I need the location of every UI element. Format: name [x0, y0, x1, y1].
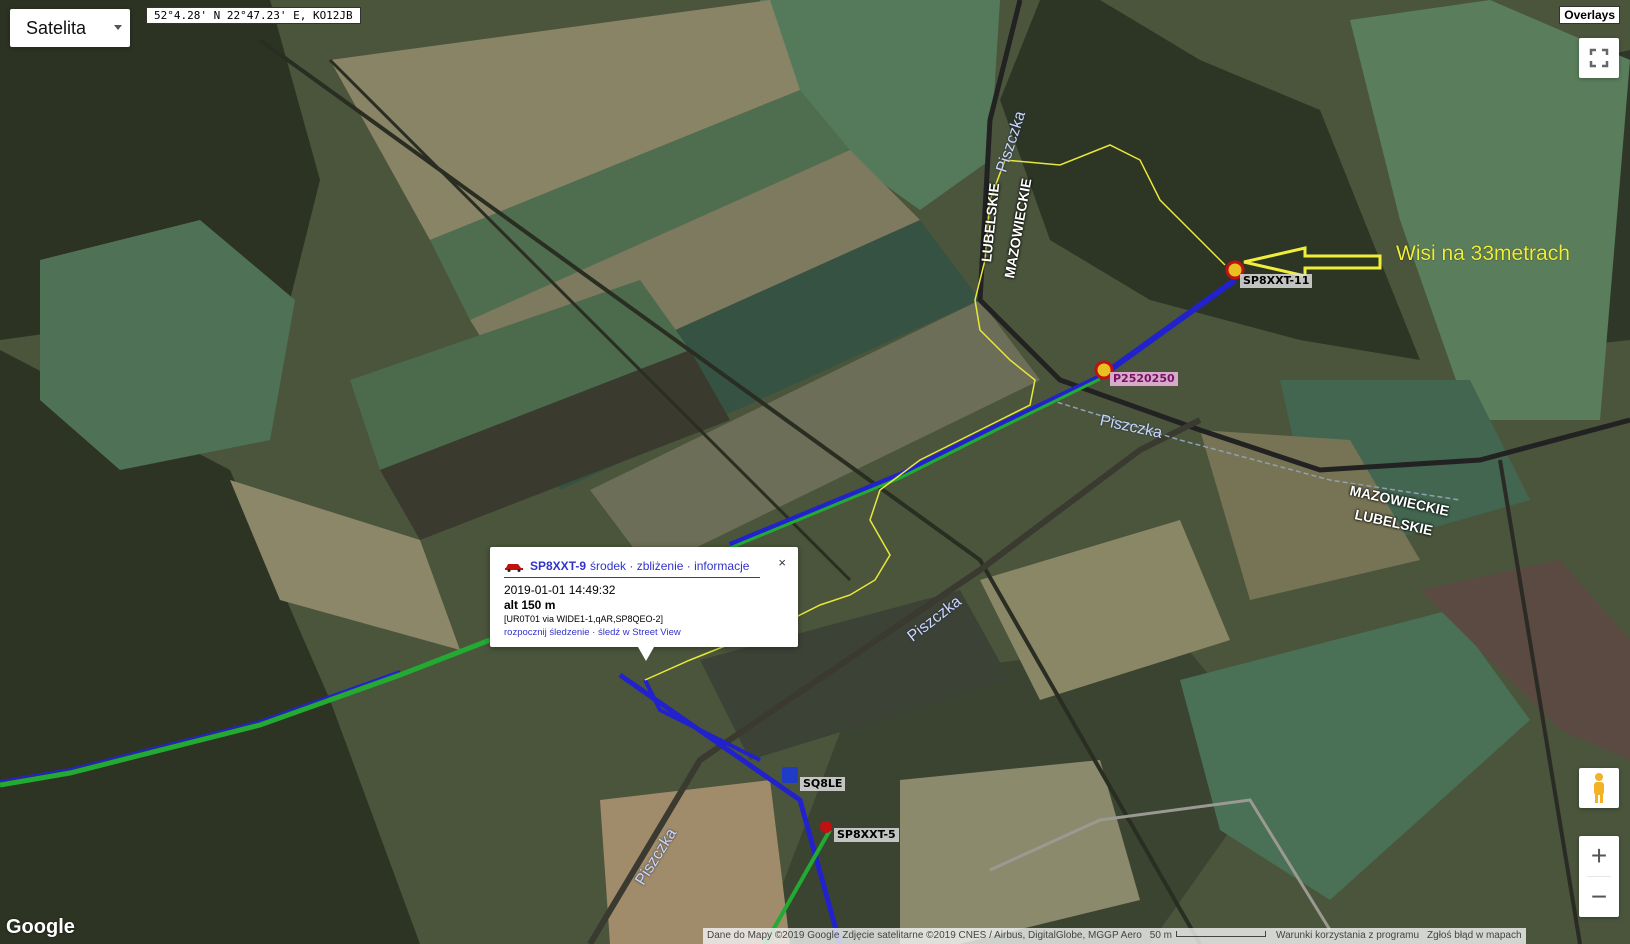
coordinates-readout: 52°4.28' N 22°47.23' E, KO12JB	[146, 7, 361, 24]
scale-label: 50 m	[1149, 930, 1173, 941]
map-canvas[interactable]: Satelita 52°4.28' N 22°47.23' E, KO12JB …	[0, 0, 1630, 944]
info-links[interactable]: środek · zbliżenie · informacje	[590, 559, 749, 573]
pegman-icon	[1594, 773, 1604, 803]
street-view-pegman[interactable]	[1579, 768, 1619, 808]
map-attribution: Dane do Mapy ©2019 Google Zdjęcie sateli…	[703, 928, 1526, 944]
zoom-in-button[interactable]: +	[1579, 836, 1619, 876]
car-icon	[505, 564, 523, 572]
info-track-links[interactable]: rozpocznij śledzenie · śledź w Street Vi…	[504, 627, 681, 638]
attribution-data: Dane do Mapy ©2019 Google Zdjęcie sateli…	[707, 930, 1142, 941]
station-label[interactable]: SP8XXT-5	[834, 828, 899, 842]
scale-bar	[1176, 931, 1267, 937]
fullscreen-button[interactable]	[1579, 38, 1619, 78]
station-label[interactable]: SP8XXT-11	[1240, 274, 1313, 288]
info-window-header: SP8XXT-9 środek · zbliżenie · informacje	[504, 559, 760, 578]
info-path: [UR0T01 via WIDE1-1,qAR,SP8QEO-2]	[504, 614, 664, 624]
annotation-text: Wisi na 33metrach	[1396, 242, 1570, 265]
info-callsign[interactable]: SP8XXT-9	[530, 559, 586, 573]
map-type-dropdown[interactable]: Satelita	[10, 9, 130, 47]
fullscreen-icon	[1589, 48, 1609, 68]
terms-link[interactable]: Warunki korzystania z programu	[1272, 928, 1423, 944]
report-error-link[interactable]: Zgłoś błąd w mapach	[1423, 928, 1526, 944]
satellite-imagery	[0, 0, 1630, 944]
zoom-out-button[interactable]: −	[1579, 877, 1619, 917]
close-icon[interactable]: ×	[778, 555, 786, 570]
station-info-window: SP8XXT-9 środek · zbliżenie · informacje…	[490, 547, 798, 661]
map-type-label: Satelita	[26, 17, 87, 38]
info-timestamp: 2019-01-01 14:49:32	[504, 583, 616, 597]
zoom-control: + −	[1579, 836, 1619, 917]
station-label[interactable]: P2520250	[1110, 372, 1178, 386]
station-label[interactable]: SQ8LE	[800, 777, 846, 791]
chevron-down-icon	[114, 25, 122, 30]
google-logo: Google	[6, 916, 75, 938]
overlays-button[interactable]: Overlays	[1559, 6, 1620, 24]
info-altitude: alt 150 m	[504, 598, 556, 612]
